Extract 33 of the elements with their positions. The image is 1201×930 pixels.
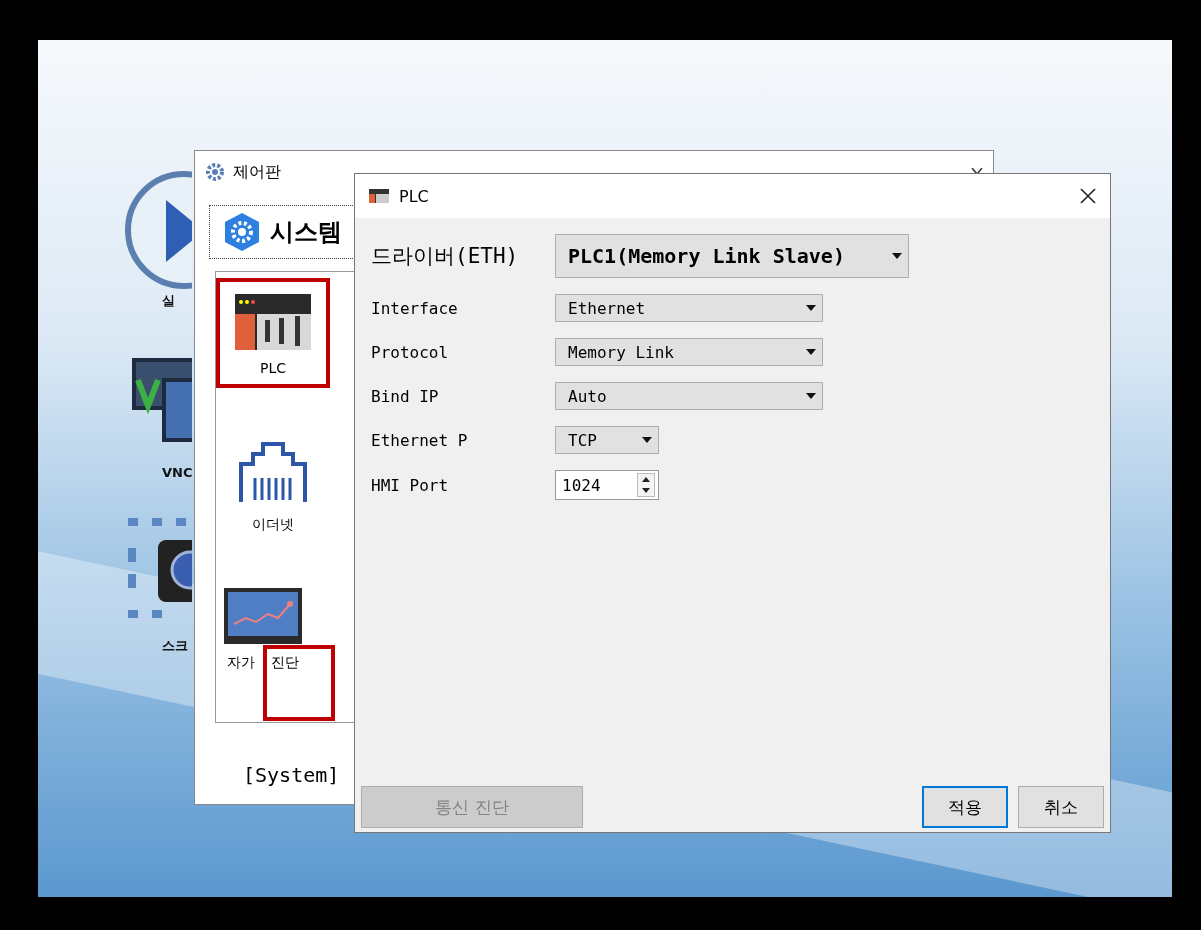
desktop-icon-label: 스크 <box>162 637 188 655</box>
list-item[interactable]: 이더넷 <box>216 430 330 546</box>
play-icon[interactable] <box>124 170 192 290</box>
dropdown[interactable]: Memory Link <box>555 338 823 366</box>
caret-icon <box>806 305 816 311</box>
field-label: Interface <box>371 298 458 318</box>
caret-icon <box>642 437 652 443</box>
number-field[interactable]: 1024 <box>555 470 659 500</box>
field-label: HMI Port <box>371 475 449 495</box>
dialog-button[interactable]: 취소 <box>1018 786 1104 828</box>
list-item[interactable]: PLC <box>216 278 330 388</box>
gear-icon <box>222 212 262 252</box>
plc-icon <box>369 189 389 203</box>
field-label: Protocol <box>371 342 449 362</box>
desktop-icon-label: VNC <box>162 465 193 480</box>
caret-icon <box>806 393 816 399</box>
dialog-button[interactable]: 적용 <box>922 786 1008 828</box>
driver-dropdown[interactable]: PLC1(Memory Link Slave) <box>555 234 909 278</box>
field-label: Ethernet P <box>371 430 468 450</box>
status-text: [System] <box>243 763 340 787</box>
field-label: Bind IP <box>371 386 439 406</box>
chart-monitor-icon <box>224 588 302 644</box>
window-title: 제어판 <box>233 161 281 183</box>
caret-icon <box>892 253 902 259</box>
spinner-arrows-icon[interactable] <box>637 473 655 497</box>
list-item[interactable]: 자가 진단 <box>206 576 320 684</box>
dropdown[interactable]: Ethernet <box>555 294 823 322</box>
gear-icon <box>205 162 225 182</box>
dropdown[interactable]: TCP <box>555 426 659 454</box>
window-title: PLC <box>399 186 429 206</box>
desktop-icon-label: 실 <box>162 292 175 310</box>
caret-icon <box>806 349 816 355</box>
dropdown[interactable]: Auto <box>555 382 823 410</box>
